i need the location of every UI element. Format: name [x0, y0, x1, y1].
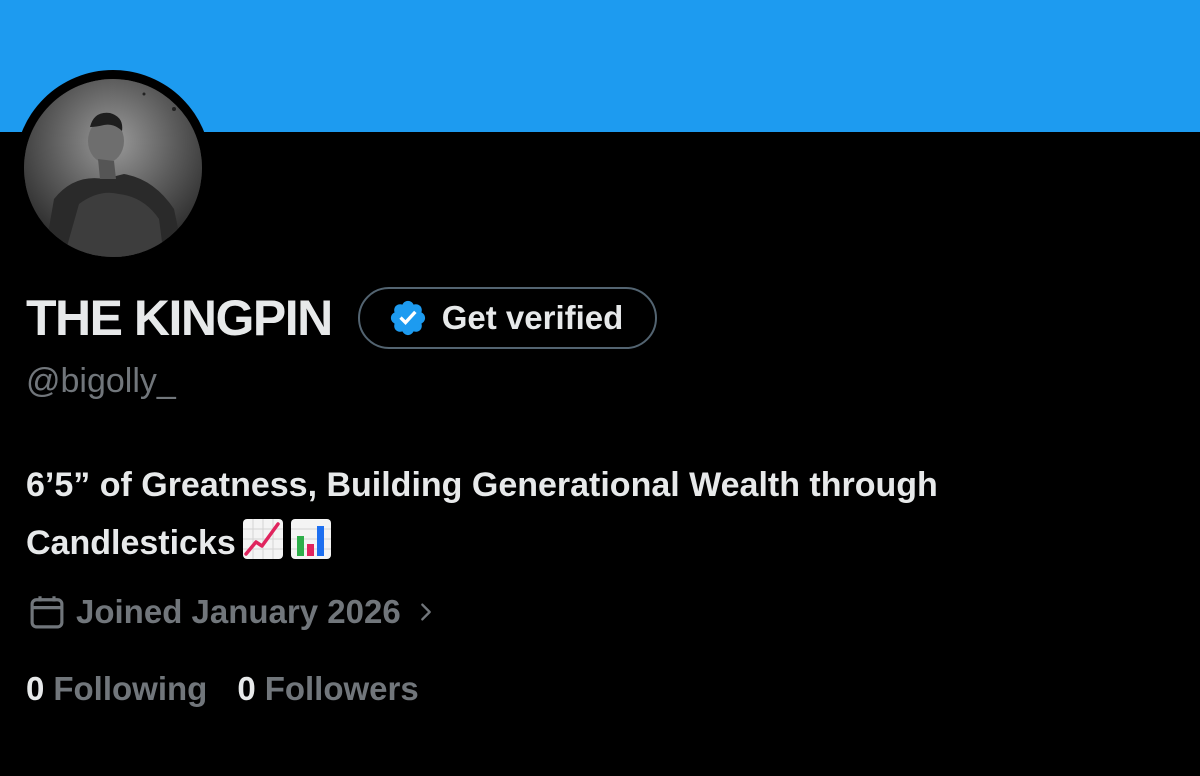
name-row: THE KINGPIN Get verified — [26, 285, 658, 351]
followers-link[interactable]: 0 Followers — [237, 670, 418, 708]
follow-stats: 0 Following 0 Followers — [26, 670, 449, 708]
following-link[interactable]: 0 Following — [26, 670, 207, 708]
calendar-icon — [30, 596, 64, 629]
username-handle: @bigolly_ — [26, 362, 176, 400]
bio-line-2-wrapper: Candlesticks — [26, 514, 1186, 572]
profile-bio: 6’5” of Greatness, Building Generational… — [26, 456, 1186, 572]
display-name: THE KINGPIN — [26, 290, 333, 346]
bio-line-2: Candlesticks — [26, 524, 236, 562]
avatar[interactable] — [24, 79, 202, 257]
followers-label: Followers — [264, 670, 419, 707]
joined-date-row[interactable]: Joined January 2026 — [26, 590, 437, 634]
get-verified-button[interactable]: Get verified — [357, 287, 658, 349]
avatar-image — [24, 79, 202, 257]
chart-increasing-icon — [242, 518, 284, 560]
following-label: Following — [53, 670, 208, 707]
joined-date: Joined January 2026 — [76, 593, 401, 630]
chevron-right-icon — [420, 603, 431, 621]
following-count: 0 — [26, 670, 45, 707]
bar-chart-icon — [290, 518, 332, 560]
bio-line-1: 6’5” of Greatness, Building Generational… — [26, 466, 938, 504]
followers-count: 0 — [237, 670, 256, 707]
get-verified-label: Get verified — [441, 299, 624, 336]
verified-badge-icon — [390, 300, 425, 336]
